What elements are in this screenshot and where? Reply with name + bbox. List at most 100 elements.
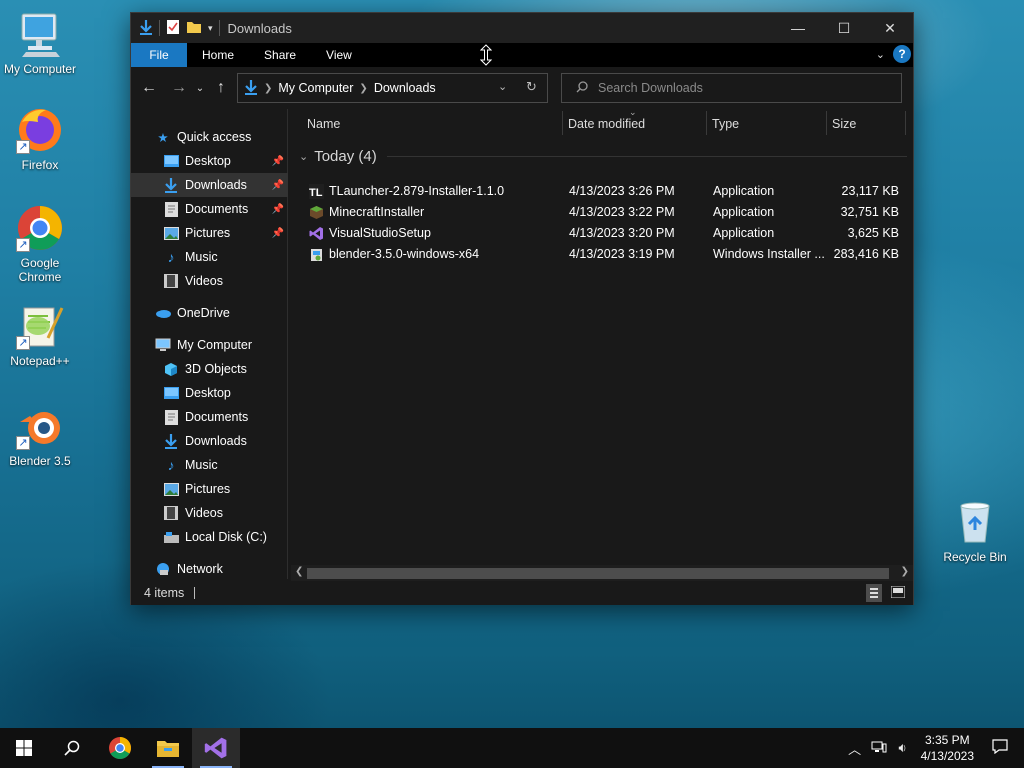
tab-share[interactable]: Share: [249, 43, 311, 67]
volume-icon[interactable]: 🔉︎: [891, 740, 915, 756]
start-button[interactable]: [0, 728, 48, 768]
clock[interactable]: 3:35 PM 4/13/2023: [921, 732, 974, 764]
desktop-icon-recycle-bin[interactable]: Recycle Bin: [935, 498, 1015, 564]
nav-this-pc[interactable]: My Computer: [131, 333, 288, 357]
nav-quick-desktop[interactable]: Desktop 📌: [131, 149, 288, 173]
nav-pictures[interactable]: Pictures: [131, 477, 288, 501]
nav-quick-downloads[interactable]: Downloads 📌: [131, 173, 288, 197]
large-icons-view-icon[interactable]: [890, 585, 906, 601]
column-header-type[interactable]: Type: [712, 109, 822, 139]
status-bar: 4 items: [131, 581, 913, 605]
nav-videos[interactable]: Videos: [131, 501, 288, 525]
nav-item-label: Videos: [185, 274, 223, 288]
file-name: blender-3.5.0-windows-x64: [329, 247, 480, 261]
desktop-folder-icon: [163, 153, 179, 169]
file-row[interactable]: MinecraftInstaller 4/13/2023 3:22 PM App…: [291, 202, 913, 223]
recent-locations-button[interactable]: ⌄: [192, 75, 208, 101]
minimize-button[interactable]: —: [775, 13, 821, 43]
desktop-icon-blender[interactable]: ↗ Blender 3.5: [0, 402, 80, 468]
column-divider[interactable]: [706, 111, 707, 135]
downloads-arrow-icon: [163, 177, 179, 193]
column-header-size[interactable]: Size: [832, 109, 902, 139]
desktop-icon-notepadpp[interactable]: ↗ Notepad++: [0, 302, 80, 368]
customize-toolbar-icon[interactable]: ▾: [208, 23, 213, 34]
forward-button[interactable]: →: [166, 75, 192, 101]
network-icon[interactable]: [867, 740, 891, 757]
nav-quick-documents[interactable]: Documents 📌: [131, 197, 288, 221]
help-button[interactable]: ?: [893, 45, 911, 63]
nav-item-label: Music: [185, 458, 218, 472]
search-button[interactable]: [48, 728, 96, 768]
nav-item-label: Desktop: [185, 154, 231, 168]
close-button[interactable]: ✕: [867, 13, 913, 43]
refresh-icon[interactable]: ↻: [526, 79, 537, 95]
nav-music[interactable]: ♪ Music: [131, 453, 288, 477]
column-header-name[interactable]: Name: [307, 109, 557, 139]
desktop-icon-label: Notepad++: [10, 354, 70, 368]
taskbar-file-explorer[interactable]: [144, 728, 192, 768]
scroll-thumb[interactable]: [307, 568, 889, 579]
nav-local-disk[interactable]: Local Disk (C:): [131, 525, 288, 549]
scroll-right-icon[interactable]: ❯: [901, 566, 909, 577]
nav-quick-music[interactable]: ♪ Music: [131, 245, 288, 269]
taskbar-visual-studio-installer[interactable]: [192, 728, 240, 768]
desktop-icon-chrome[interactable]: ↗ Google Chrome: [0, 204, 80, 284]
file-explorer-window: ▾ Downloads — ☐ ✕ File Home Share View ⌄…: [130, 12, 914, 605]
nav-desktop[interactable]: Desktop: [131, 381, 288, 405]
file-row[interactable]: blender-3.5.0-windows-x64 4/13/2023 3:19…: [291, 244, 913, 265]
desktop-icon-my-computer[interactable]: My Computer: [0, 10, 80, 76]
address-dropdown-icon[interactable]: ⌄: [498, 80, 507, 93]
nav-item-label: Videos: [185, 506, 223, 520]
address-bar[interactable]: ❯ My Computer ❯ Downloads ⌄ ↻: [237, 73, 548, 103]
arrow-left-icon: ←: [141, 79, 157, 96]
nav-quick-pictures[interactable]: Pictures 📌: [131, 221, 288, 245]
nav-network[interactable]: Network: [131, 557, 288, 581]
desktop-icon-label: Blender 3.5: [9, 454, 71, 468]
new-folder-icon[interactable]: [186, 20, 202, 37]
back-button[interactable]: ←: [136, 75, 162, 101]
notifications-icon[interactable]: [988, 739, 1012, 757]
nav-item-label: Local Disk (C:): [185, 530, 267, 544]
properties-icon[interactable]: [166, 19, 180, 38]
system-tray: ︿ 🔉︎ 3:35 PM 4/13/2023: [843, 728, 1024, 768]
clock-date: 4/13/2023: [920, 749, 974, 763]
window-controls: — ☐ ✕: [775, 13, 913, 43]
title-bar[interactable]: ▾ Downloads — ☐ ✕: [131, 13, 913, 43]
file-date: 4/13/2023 3:20 PM: [569, 226, 675, 240]
shortcut-arrow-icon: ↗: [16, 336, 30, 350]
nav-3d-objects[interactable]: 3D Objects: [131, 357, 288, 381]
show-hidden-icons-icon[interactable]: ︿: [843, 739, 867, 758]
file-type: Application: [713, 226, 775, 240]
horizontal-scrollbar[interactable]: ❮ ❯: [291, 565, 913, 581]
pin-icon: 📌: [271, 155, 284, 167]
file-size: 23,117 KB: [841, 184, 899, 198]
taskbar-chrome[interactable]: [96, 728, 144, 768]
group-header-today[interactable]: ⌄ Today (4): [299, 145, 907, 167]
column-divider[interactable]: [562, 111, 563, 135]
column-divider[interactable]: [826, 111, 827, 135]
expand-ribbon-icon[interactable]: ⌄: [876, 48, 885, 61]
details-view-icon[interactable]: [866, 584, 882, 602]
maximize-button[interactable]: ☐: [821, 13, 867, 43]
nav-downloads[interactable]: Downloads: [131, 429, 288, 453]
column-divider[interactable]: [905, 111, 906, 135]
breadcrumb-my-computer[interactable]: My Computer: [278, 81, 353, 95]
scroll-left-icon[interactable]: ❮: [295, 566, 303, 577]
videos-icon: [163, 505, 179, 521]
nav-quick-videos[interactable]: Videos: [131, 269, 288, 293]
downloads-arrow-icon: [163, 433, 179, 449]
desktop-icon-firefox[interactable]: ↗ Firefox: [0, 106, 80, 172]
up-button[interactable]: ↑: [208, 75, 234, 101]
file-row[interactable]: VisualStudioSetup 4/13/2023 3:20 PM Appl…: [291, 223, 913, 244]
breadcrumb-downloads[interactable]: Downloads: [374, 81, 436, 95]
tab-file[interactable]: File: [131, 43, 187, 67]
tab-view[interactable]: View: [311, 43, 367, 67]
nav-onedrive[interactable]: OneDrive: [131, 301, 288, 325]
nav-quick-access[interactable]: ★ Quick access: [131, 125, 288, 149]
computer-icon: [155, 337, 171, 353]
nav-documents[interactable]: Documents: [131, 405, 288, 429]
file-row[interactable]: TL TLauncher-2.879-Installer-1.1.0 4/13/…: [291, 181, 913, 202]
tab-home[interactable]: Home: [187, 43, 249, 67]
search-input[interactable]: Search Downloads: [561, 73, 902, 103]
column-header-date-modified[interactable]: Date modified ⌄: [568, 107, 706, 139]
